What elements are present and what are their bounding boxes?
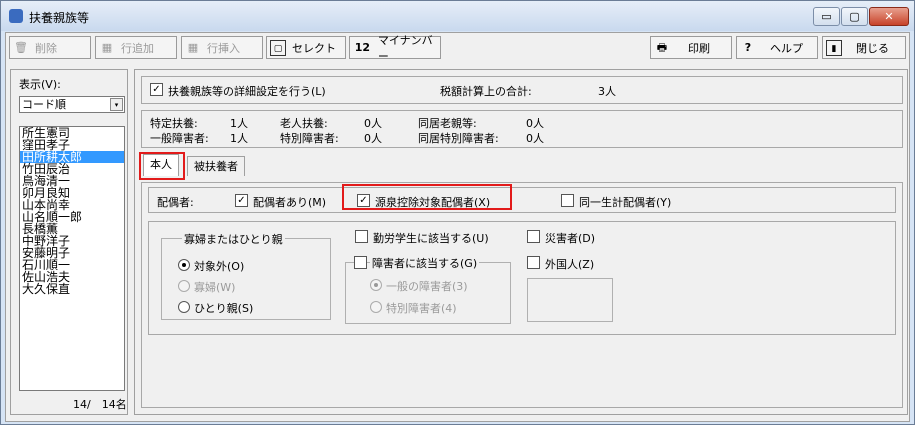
main-window: 扶養親族等 ▭ ▢ ✕ 🗑 削除 ▦ 行追加 ▦ 行挿入 ▢ セレクト 12 マ… [0,0,915,425]
foreigner-checkbox[interactable] [527,256,540,269]
detail-checkbox-label: 扶養親族等の詳細設定を行う(L) [168,85,326,98]
client-area: 🗑 削除 ▦ 行追加 ▦ 行挿入 ▢ セレクト 12 マイナンバー 🖶 印刷 ?… [5,32,910,422]
summary-cell: 老人扶養: [280,117,328,130]
tab-dependents[interactable]: 被扶養者 [187,156,245,176]
select-label: セレクト [292,41,336,55]
summary-cell: 同居特別障害者: [418,132,499,145]
disabled-label: 障害者に該当する(G) [370,255,480,271]
printer-icon: 🖶 [656,40,668,54]
radio-general-disabled-label: 一般の障害者(3) [386,280,468,293]
summary-cell: 特定扶養: [150,117,198,130]
help-icon: ? [744,40,752,54]
radio-single-parent[interactable] [178,301,190,313]
close-label: 閉じる [856,41,889,55]
mynumber-label: マイナンバー [377,33,433,63]
help-button[interactable]: ? ヘルプ [736,36,818,59]
radio-single-parent-label: ひとり親(S) [194,302,254,315]
disabled-group: 障害者に該当する(G) 一般の障害者(3) 特別障害者(4) [345,255,511,324]
record-count: 14/ 14名 [73,398,127,411]
foreigner-label: 外国人(Z) [545,258,595,271]
dropdown-arrow-icon[interactable]: ▾ [110,98,123,111]
same-household-checkbox[interactable] [561,194,574,207]
spouse-label: 配偶者: [157,196,194,209]
employee-panel: 表示(V): コード順 ▾ 所生憲司 窪田孝子 田所耕太郎 竹田辰治 鳥海清一 卯月良知山… [10,69,128,415]
detail-panel: ✓ 扶養親族等の詳細設定を行う(L) 税額計算上の合計: 3人 特定扶養: 1人 老… [134,69,908,415]
summary-cell: 同居老親等: [418,117,477,130]
summary-cell: 0人 [526,132,544,145]
help-label: ヘルプ [770,41,803,55]
disaster-checkbox[interactable] [527,230,540,243]
working-student-checkbox[interactable] [355,230,368,243]
display-label: 表示(V): [19,78,61,91]
minimize-button[interactable]: ▭ [813,7,840,26]
radio-special-disabled-label: 特別障害者(4) [386,302,457,315]
widow-group: 寡婦またはひとり親 対象外(O) 寡婦(W) ひとり親(S) [161,231,331,320]
disabled-checkbox[interactable] [354,256,367,269]
insert-row-button[interactable]: ▦ 行挿入 [181,36,263,59]
maximize-button[interactable]: ▢ [841,7,868,26]
table-add-icon: ▦ [101,40,113,54]
tax-total-value: 3人 [598,85,616,98]
detail-setting-row: ✓ 扶養親族等の詳細設定を行う(L) 税額計算上の合計: 3人 [141,76,903,104]
list-item[interactable]: 大久保直 [20,283,124,295]
radio-widow[interactable] [178,280,190,292]
trash-icon: 🗑 [14,40,28,54]
detail-checkbox[interactable]: ✓ [150,83,163,96]
mynumber-button[interactable]: 12 マイナンバー [349,34,441,63]
has-spouse-checkbox[interactable]: ✓ [235,194,248,207]
table-insert-icon: ▦ [187,40,199,54]
add-row-label: 行追加 [121,41,154,55]
add-row-button[interactable]: ▦ 行追加 [95,36,177,59]
insert-row-label: 行挿入 [207,41,240,55]
sort-select[interactable]: コード順 ▾ [19,96,125,113]
summary-cell: 特別障害者: [280,132,339,145]
radio-general-disabled[interactable] [370,279,382,291]
sort-value: コード順 [22,98,66,111]
highlight-withholding [342,184,512,210]
mynumber-icon: 12 [354,40,371,54]
highlight-tab [139,152,185,180]
door-exit-icon: ▮ [826,39,842,56]
print-button[interactable]: 🖶 印刷 [650,36,732,59]
select-button[interactable]: ▢ セレクト [266,36,346,59]
summary-cell: 一般障害者: [150,132,209,145]
delete-button[interactable]: 🗑 削除 [9,36,91,59]
close-button[interactable]: ▮ 閉じる [822,36,906,59]
attributes-panel: 寡婦またはひとり親 対象外(O) 寡婦(W) ひとり親(S) 勤労学生に該当する… [148,221,896,335]
title-bar: 扶養親族等 ▭ ▢ ✕ [1,1,914,31]
summary-cell: 0人 [364,132,382,145]
summary-cell: 1人 [230,117,248,130]
summary-cell: 0人 [364,117,382,130]
delete-label: 削除 [35,41,57,55]
radio-not-applicable-label: 対象外(O) [194,260,245,273]
tax-total-label: 税額計算上の合計: [440,85,532,98]
radio-special-disabled[interactable] [370,301,382,313]
widow-group-title: 寡婦またはひとり親 [182,231,285,247]
blank-box [527,278,613,322]
has-spouse-label: 配偶者あり(M) [253,196,327,209]
summary-cell: 1人 [230,132,248,145]
app-icon [9,9,23,23]
summary-cell: 0人 [526,117,544,130]
select-icon: ▢ [270,39,286,56]
spouse-row: 配偶者: ✓ 配偶者あり(M) ✓ 源泉控除対象配偶者(X) 同一生計配偶者(Y… [148,187,896,213]
employee-list[interactable]: 所生憲司 窪田孝子 田所耕太郎 竹田辰治 鳥海清一 卯月良知 山本尚幸 山名順一郎 長橋薫 中野洋… [19,126,125,391]
same-household-label: 同一生計配偶者(Y) [579,196,672,209]
working-student-label: 勤労学生に該当する(U) [373,232,489,245]
close-window-button[interactable]: ✕ [869,7,909,26]
summary-panel: 特定扶養: 1人 老人扶養: 0人 同居老親等: 0人 一般障害者: 1人 特別障害者: 0人 同居… [141,110,903,148]
radio-widow-label: 寡婦(W) [194,281,236,294]
window-title: 扶養親族等 [29,11,90,25]
tab-content: 配偶者: ✓ 配偶者あり(M) ✓ 源泉控除対象配偶者(X) 同一生計配偶者(Y… [141,182,903,408]
print-label: 印刷 [688,41,710,55]
disaster-label: 災害者(D) [545,232,596,245]
radio-not-applicable[interactable] [178,259,190,271]
